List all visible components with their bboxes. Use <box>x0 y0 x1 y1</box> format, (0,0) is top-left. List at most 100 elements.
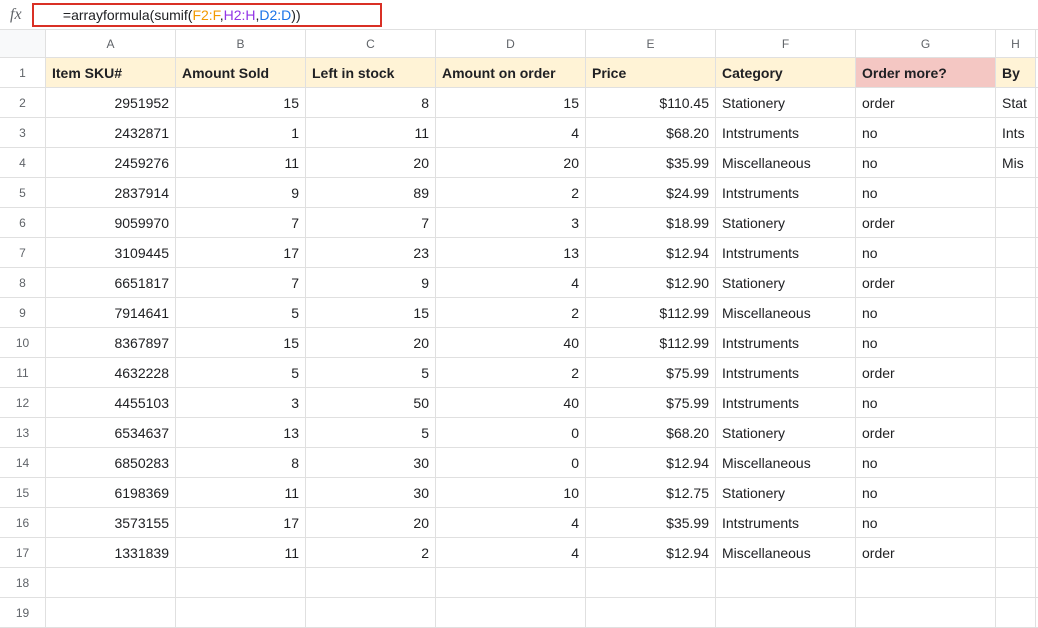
cell-empty[interactable] <box>46 568 176 597</box>
cell-sku[interactable]: 3573155 <box>46 508 176 537</box>
cell-sku[interactable]: 2432871 <box>46 118 176 147</box>
cell-price[interactable]: $35.99 <box>586 508 716 537</box>
cell-price[interactable]: $75.99 <box>586 388 716 417</box>
cell-amount-sold[interactable]: 17 <box>176 508 306 537</box>
cell-category[interactable]: Stationery <box>716 418 856 447</box>
cell-order-more[interactable]: no <box>856 388 996 417</box>
cell-amount-on-order[interactable]: 2 <box>436 358 586 387</box>
cell-price[interactable]: $35.99 <box>586 148 716 177</box>
row-header[interactable]: 19 <box>0 598 46 627</box>
cell-header-order-more[interactable]: Order more? <box>856 58 996 87</box>
cell-by[interactable] <box>996 178 1036 207</box>
cell-amount-on-order[interactable]: 3 <box>436 208 586 237</box>
col-header-g[interactable]: G <box>856 30 996 57</box>
cell-amount-on-order[interactable]: 10 <box>436 478 586 507</box>
cell-empty[interactable] <box>856 598 996 627</box>
cell-amount-on-order[interactable]: 40 <box>436 388 586 417</box>
cell-empty[interactable] <box>716 568 856 597</box>
row-header[interactable]: 8 <box>0 268 46 297</box>
cell-amount-sold[interactable]: 3 <box>176 388 306 417</box>
col-header-f[interactable]: F <box>716 30 856 57</box>
cell-category[interactable]: Miscellaneous <box>716 538 856 567</box>
cell-header-by[interactable]: By <box>996 58 1036 87</box>
cell-price[interactable]: $24.99 <box>586 178 716 207</box>
cell-left-in-stock[interactable]: 23 <box>306 238 436 267</box>
row-header[interactable]: 11 <box>0 358 46 387</box>
cell-sku[interactable]: 1331839 <box>46 538 176 567</box>
select-all-corner[interactable] <box>0 30 46 57</box>
cell-amount-sold[interactable]: 8 <box>176 448 306 477</box>
cell-category[interactable]: Intstruments <box>716 388 856 417</box>
cell-amount-on-order[interactable]: 2 <box>436 178 586 207</box>
row-header[interactable]: 4 <box>0 148 46 177</box>
cell-order-more[interactable]: no <box>856 508 996 537</box>
cell-amount-on-order[interactable]: 0 <box>436 448 586 477</box>
row-header[interactable]: 15 <box>0 478 46 507</box>
row-header-1[interactable]: 1 <box>0 58 46 87</box>
cell-order-more[interactable]: no <box>856 238 996 267</box>
cell-amount-on-order[interactable]: 4 <box>436 268 586 297</box>
col-header-c[interactable]: C <box>306 30 436 57</box>
cell-header-left-in-stock[interactable]: Left in stock <box>306 58 436 87</box>
cell-price[interactable]: $18.99 <box>586 208 716 237</box>
cell-left-in-stock[interactable]: 30 <box>306 448 436 477</box>
cell-category[interactable]: Intstruments <box>716 238 856 267</box>
cell-order-more[interactable]: order <box>856 358 996 387</box>
cell-order-more[interactable]: no <box>856 178 996 207</box>
cell-sku[interactable]: 2837914 <box>46 178 176 207</box>
cell-category[interactable]: Intstruments <box>716 178 856 207</box>
cell-category[interactable]: Miscellaneous <box>716 148 856 177</box>
cell-category[interactable]: Stationery <box>716 478 856 507</box>
cell-price[interactable]: $75.99 <box>586 358 716 387</box>
cell-empty[interactable] <box>436 598 586 627</box>
col-header-b[interactable]: B <box>176 30 306 57</box>
cell-by[interactable] <box>996 268 1036 297</box>
col-header-h[interactable]: H <box>996 30 1036 57</box>
cell-amount-on-order[interactable]: 15 <box>436 88 586 117</box>
cell-by[interactable] <box>996 328 1036 357</box>
cell-category[interactable]: Stationery <box>716 208 856 237</box>
cell-amount-sold[interactable]: 15 <box>176 328 306 357</box>
cell-left-in-stock[interactable]: 30 <box>306 478 436 507</box>
cell-by[interactable] <box>996 238 1036 267</box>
cell-left-in-stock[interactable]: 8 <box>306 88 436 117</box>
cell-sku[interactable]: 3109445 <box>46 238 176 267</box>
row-header[interactable]: 13 <box>0 418 46 447</box>
cell-sku[interactable]: 6534637 <box>46 418 176 447</box>
cell-by[interactable]: Ints <box>996 118 1036 147</box>
cell-order-more[interactable]: no <box>856 478 996 507</box>
cell-amount-sold[interactable]: 9 <box>176 178 306 207</box>
row-header[interactable]: 16 <box>0 508 46 537</box>
cell-amount-sold[interactable]: 1 <box>176 118 306 147</box>
cell-left-in-stock[interactable]: 89 <box>306 178 436 207</box>
row-header[interactable]: 17 <box>0 538 46 567</box>
col-header-a[interactable]: A <box>46 30 176 57</box>
cell-price[interactable]: $68.20 <box>586 118 716 147</box>
cell-amount-on-order[interactable]: 4 <box>436 508 586 537</box>
cell-amount-on-order[interactable]: 4 <box>436 118 586 147</box>
cell-left-in-stock[interactable]: 20 <box>306 328 436 357</box>
cell-order-more[interactable]: order <box>856 418 996 447</box>
cell-amount-sold[interactable]: 15 <box>176 88 306 117</box>
cell-sku[interactable]: 6651817 <box>46 268 176 297</box>
cell-empty[interactable] <box>176 568 306 597</box>
cell-left-in-stock[interactable]: 9 <box>306 268 436 297</box>
cell-sku[interactable]: 9059970 <box>46 208 176 237</box>
cell-sku[interactable]: 2951952 <box>46 88 176 117</box>
cell-by[interactable] <box>996 448 1036 477</box>
cell-category[interactable]: Stationery <box>716 88 856 117</box>
row-header[interactable]: 12 <box>0 388 46 417</box>
cell-price[interactable]: $12.90 <box>586 268 716 297</box>
cell-amount-sold[interactable]: 11 <box>176 148 306 177</box>
cell-empty[interactable] <box>306 598 436 627</box>
cell-amount-on-order[interactable]: 20 <box>436 148 586 177</box>
cell-order-more[interactable]: no <box>856 148 996 177</box>
cell-order-more[interactable]: no <box>856 118 996 147</box>
cell-price[interactable]: $112.99 <box>586 298 716 327</box>
formula-input[interactable]: =arrayformula(sumif(F2:F,H2:H,D2:D)) <box>32 3 382 27</box>
cell-left-in-stock[interactable]: 5 <box>306 358 436 387</box>
cell-by[interactable] <box>996 388 1036 417</box>
row-header[interactable]: 10 <box>0 328 46 357</box>
cell-header-category[interactable]: Category <box>716 58 856 87</box>
cell-category[interactable]: Miscellaneous <box>716 298 856 327</box>
